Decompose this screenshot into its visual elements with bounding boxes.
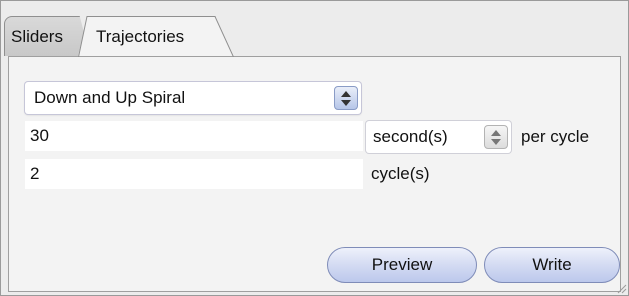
trajectory-shape-stepper[interactable]: [334, 86, 358, 110]
up-down-arrows-icon: [491, 130, 501, 145]
cycle-duration-value: 30: [30, 126, 49, 145]
tab-sliders[interactable]: Sliders: [4, 16, 90, 56]
duration-unit-value: second(s): [373, 127, 448, 146]
trajectory-shape-value: Down and Up Spiral: [34, 88, 186, 107]
preview-button-label: Preview: [371, 255, 433, 274]
tab-trajectories[interactable]: Trajectories: [78, 16, 234, 56]
up-down-arrows-icon: [341, 91, 351, 106]
per-cycle-label: per cycle: [521, 127, 590, 146]
trajectory-shape-select[interactable]: Down and Up Spiral: [25, 82, 361, 114]
tab-trajectories-label: Trajectories: [96, 26, 185, 46]
duration-unit-stepper[interactable]: [484, 125, 508, 149]
write-button-label: Write: [532, 255, 572, 274]
resize-grip-icon[interactable]: [615, 282, 627, 294]
cycle-count-value: 2: [30, 164, 40, 183]
tab-sliders-label: Sliders: [11, 26, 63, 46]
cycles-unit-label: cycle(s): [371, 164, 430, 183]
write-button[interactable]: Write: [484, 247, 620, 283]
cycle-duration-input[interactable]: 30: [25, 121, 363, 151]
cycle-count-input[interactable]: 2: [25, 159, 363, 189]
duration-unit-select[interactable]: second(s): [366, 121, 511, 153]
preview-button[interactable]: Preview: [327, 247, 477, 283]
